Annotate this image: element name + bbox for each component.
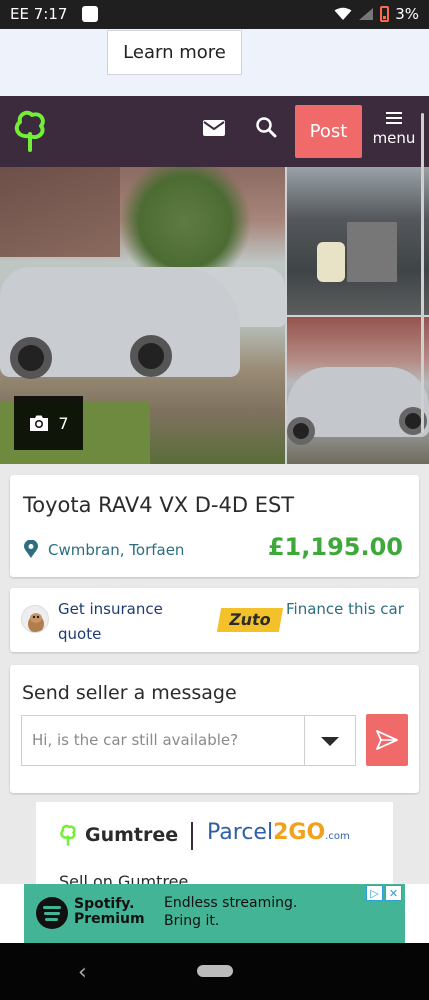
bottom-ad: Spotify. Premium Endless streaming. Brin… (0, 884, 429, 943)
2go-text: 2GO (273, 820, 326, 845)
parcel-text: Parcel (207, 820, 274, 845)
insurance-quote-link[interactable]: Get insurance quote (58, 597, 198, 647)
finance-link[interactable]: Finance this car (286, 597, 406, 622)
battery-icon (380, 6, 390, 22)
gumtree-brand: Gumtree (59, 824, 178, 846)
mail-icon[interactable] (203, 120, 225, 136)
menu-button[interactable]: menu (370, 112, 418, 156)
status-icons: 3% (334, 5, 419, 23)
spotify-brand-line2: Premium (74, 911, 145, 927)
listing-location[interactable]: Cwmbran, Torfaen (48, 541, 184, 559)
top-ad-banner: Learn more (0, 29, 429, 96)
scroll-indicator (421, 113, 424, 433)
message-input[interactable]: Hi, is the car still available? (21, 715, 305, 766)
message-card: Send seller a message Hi, is the car sti… (10, 665, 419, 793)
back-icon[interactable]: ‹ (78, 960, 87, 985)
ad-choices[interactable]: ▷ ✕ (366, 885, 404, 901)
spotify-ad[interactable]: Spotify. Premium Endless streaming. Brin… (24, 884, 405, 943)
listing-price: £1,195.00 (267, 533, 403, 561)
listing-summary-card: Toyota RAV4 VX D-4D EST Cwmbran, Torfaen… (10, 475, 419, 577)
post-button[interactable]: Post (295, 105, 362, 158)
search-icon[interactable] (255, 116, 277, 138)
learn-more-button[interactable]: Learn more (107, 30, 242, 75)
main-photo[interactable]: 7 (0, 167, 285, 464)
photo-gallery: 7 (0, 167, 429, 464)
adchoices-icon[interactable]: ▷ (366, 885, 383, 901)
carrier-time: EE 7:17 (10, 5, 68, 23)
zuto-logo: Zuto (216, 608, 284, 632)
finance-card: Get insurance quote Zuto Finance this ca… (10, 588, 419, 652)
photo-count-badge[interactable]: 7 (14, 396, 83, 450)
site-header: Post menu (0, 96, 429, 167)
message-template-dropdown[interactable] (304, 715, 356, 766)
gumtree-parcel2go-promo[interactable]: Gumtree Parcel2GO.com Sell on Gumtree (36, 802, 393, 884)
spotify-ad-text: Endless streaming. Bring it. (164, 895, 298, 929)
message-title: Send seller a message (22, 682, 237, 704)
spotify-brand: Spotify. Premium (74, 897, 145, 927)
divider (191, 822, 193, 850)
side-photo[interactable] (287, 317, 429, 464)
camera-icon (30, 415, 49, 431)
gumtree-text: Gumtree (85, 824, 179, 846)
parcel2go-logo: Parcel2GO.com (207, 820, 350, 845)
wifi-icon (334, 7, 352, 20)
listing-title: Toyota RAV4 VX D-4D EST (23, 493, 295, 517)
chevron-down-icon (321, 737, 339, 746)
spotify-icon (36, 897, 68, 929)
gumtree-logo-icon (60, 824, 76, 846)
photo-count: 7 (58, 413, 69, 433)
send-button[interactable] (366, 714, 408, 766)
promo-subtitle: Sell on Gumtree (59, 872, 189, 884)
notification-icon (82, 6, 98, 22)
location-pin-icon (24, 540, 38, 558)
menu-label: menu (372, 129, 416, 147)
gumtree-logo-icon[interactable] (12, 110, 48, 152)
hamburger-icon (386, 112, 402, 124)
send-icon (376, 730, 398, 750)
close-icon[interactable]: ✕ (385, 885, 402, 901)
status-bar: EE 7:17 3% (0, 0, 429, 29)
battery-level: 3% (395, 5, 419, 23)
meerkat-icon (21, 605, 49, 633)
home-pill-icon[interactable] (197, 965, 233, 977)
com-text: .com (325, 831, 350, 842)
spotify-brand-line1: Spotify. (74, 896, 135, 912)
android-nav-bar: ‹ (0, 943, 429, 1000)
signal-icon (359, 8, 374, 20)
engine-photo[interactable] (287, 167, 429, 315)
